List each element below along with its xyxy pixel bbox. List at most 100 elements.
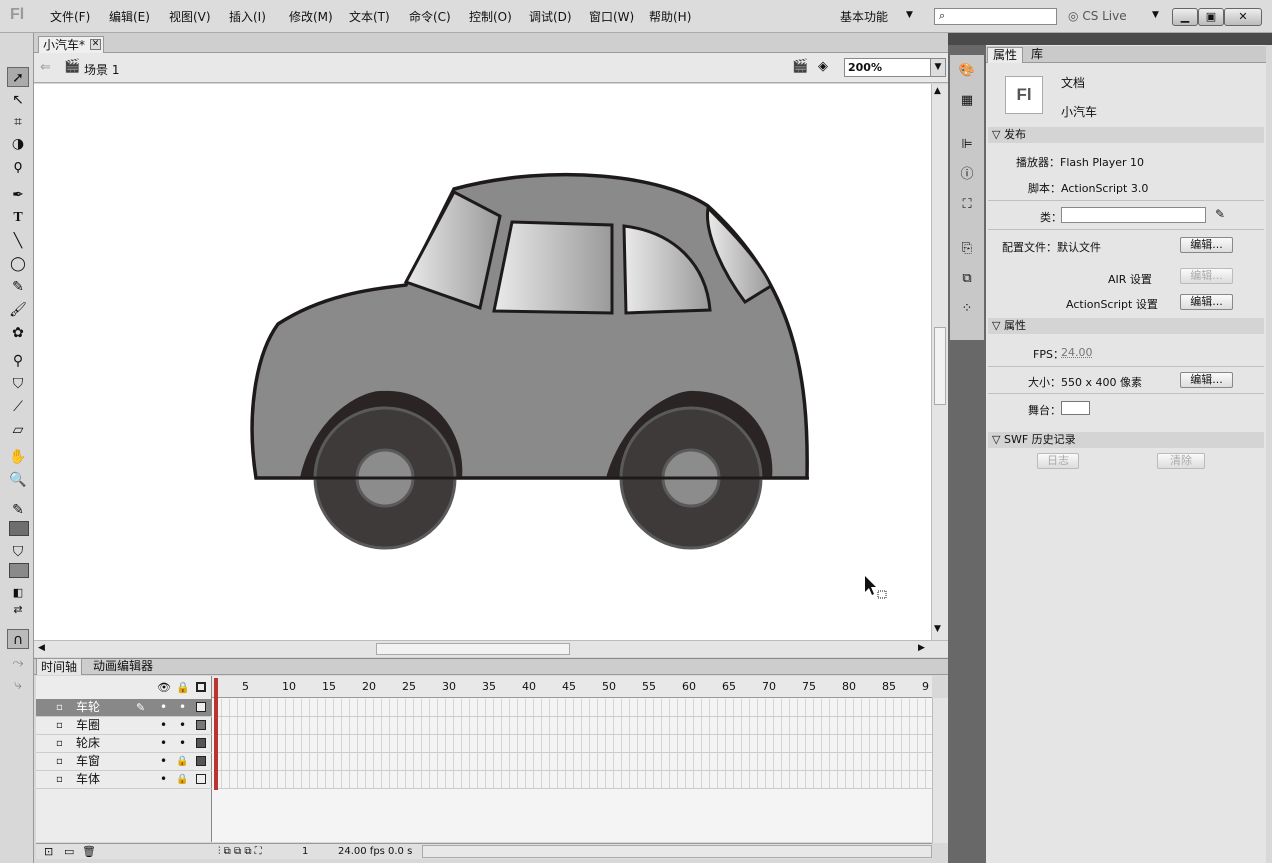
lock-dot[interactable]: •	[179, 699, 186, 716]
close-icon[interactable]: ✕	[90, 39, 101, 50]
3d-rotation-icon[interactable]: ◑	[7, 134, 29, 154]
edit-profile-button[interactable]: 编辑...	[1180, 237, 1233, 253]
playhead[interactable]	[214, 678, 218, 790]
lock-dot[interactable]: •	[179, 735, 186, 752]
free-transform-icon[interactable]: ⌗	[7, 112, 29, 132]
outline-swatch[interactable]	[196, 702, 206, 712]
eye-icon[interactable]: 👁	[157, 681, 171, 694]
tab-properties[interactable]: 属性	[987, 47, 1024, 63]
edit-scene-icon[interactable]: 🎬	[792, 59, 808, 74]
menu-window[interactable]: 窗口(W)	[589, 8, 634, 25]
lock-icon[interactable]: 🔒	[176, 771, 188, 788]
motion-presets-icon[interactable]: ⁘	[958, 300, 976, 318]
menu-insert[interactable]: 插入(I)	[229, 8, 266, 25]
fps-value[interactable]: 24.00	[1061, 346, 1093, 359]
menu-text[interactable]: 文本(T)	[349, 8, 390, 25]
new-layer-icon[interactable]: ⊡	[44, 845, 53, 858]
class-input[interactable]	[1061, 207, 1206, 223]
menu-help[interactable]: 帮助(H)	[649, 8, 691, 25]
transform-panel-icon[interactable]: ⛶	[958, 196, 976, 214]
scroll-left-icon[interactable]: ◀	[38, 643, 45, 653]
eraser-icon[interactable]: ▱	[7, 420, 29, 440]
edit-actionscript-button[interactable]: 编辑...	[1180, 294, 1233, 310]
hand-tool-icon[interactable]: ✋	[7, 447, 29, 467]
log-button[interactable]: 日志	[1037, 453, 1079, 469]
color-panel-icon[interactable]: 🎨	[958, 62, 976, 80]
stage-canvas[interactable]	[34, 84, 931, 640]
info-panel-icon[interactable]: ⓘ	[958, 166, 976, 184]
selection-tool-icon[interactable]: ➚	[7, 67, 29, 87]
frame-row[interactable]	[214, 753, 932, 771]
snap-magnet-icon[interactable]: ∩	[7, 629, 29, 649]
zoom-tool-icon[interactable]: 🔍	[7, 470, 29, 490]
paint-bucket-icon[interactable]: ⛉	[7, 374, 29, 394]
lock-icon[interactable]: 🔒	[176, 753, 188, 770]
scroll-thumb[interactable]	[376, 643, 570, 655]
visibility-dot[interactable]: •	[160, 753, 167, 770]
scroll-down-icon[interactable]: ▼	[934, 624, 941, 634]
workspace-switcher[interactable]: 基本功能	[840, 8, 888, 25]
minimize-button[interactable]: ▁	[1172, 8, 1198, 26]
frame-row[interactable]	[214, 699, 932, 717]
bone-tool-icon[interactable]: ⚲	[7, 351, 29, 371]
tab-library[interactable]: 库	[1026, 47, 1048, 63]
frame-row[interactable]	[214, 717, 932, 735]
smooth-icon[interactable]: ⤳	[7, 653, 29, 673]
layer-row[interactable]: ▫ 车体 • 🔒	[36, 771, 212, 789]
tab-motion-editor[interactable]: 动画编辑器	[89, 658, 157, 675]
layer-row[interactable]: ▫ 车窗 • 🔒	[36, 753, 212, 771]
actions-panel-icon[interactable]: ⎘	[958, 240, 976, 258]
visibility-dot[interactable]: •	[160, 735, 167, 752]
lock-icon[interactable]: 🔒	[176, 681, 190, 694]
clear-button[interactable]: 清除	[1157, 453, 1205, 469]
visibility-dot[interactable]: •	[160, 699, 167, 716]
menu-control[interactable]: 控制(O)	[469, 8, 512, 25]
scroll-right-icon[interactable]: ▶	[918, 643, 925, 653]
pen-tool-icon[interactable]: ✒	[7, 185, 29, 205]
chevron-down-icon[interactable]: ▼	[930, 58, 946, 77]
pencil-icon[interactable]: ✎	[1215, 207, 1225, 221]
tab-timeline[interactable]: 时间轴	[36, 658, 83, 675]
oval-tool-icon[interactable]: ◯	[7, 254, 29, 274]
frame-row[interactable]	[214, 771, 932, 789]
timeline-vertical-scrollbar[interactable]	[932, 698, 948, 843]
edit-size-button[interactable]: 编辑...	[1180, 372, 1233, 388]
straighten-icon[interactable]: ⤷	[7, 675, 29, 695]
menu-view[interactable]: 视图(V)	[169, 8, 211, 25]
eyedropper-icon[interactable]: ⟋	[7, 397, 29, 417]
stage-horizontal-scrollbar[interactable]: ◀ ▶	[34, 640, 948, 657]
pencil-tool-icon[interactable]: ✎	[7, 277, 29, 297]
fill-color-icon[interactable]: ⛉	[7, 542, 29, 562]
layer-row[interactable]: ▫ 车圈 • •	[36, 717, 212, 735]
section-swf-history[interactable]: ▽ SWF 历史记录	[988, 432, 1264, 448]
chevron-down-icon[interactable]: ▼	[1152, 10, 1159, 20]
cs-live-button[interactable]: ◎ CS Live	[1068, 9, 1127, 23]
visibility-dot[interactable]: •	[160, 717, 167, 734]
lasso-icon[interactable]: ϙ	[7, 156, 29, 176]
chevron-down-icon[interactable]: ▼	[906, 10, 913, 20]
outline-swatch[interactable]	[196, 720, 206, 730]
frame-row[interactable]	[214, 735, 932, 753]
visibility-dot[interactable]: •	[160, 771, 167, 788]
line-tool-icon[interactable]: ╲	[7, 231, 29, 251]
menu-file[interactable]: 文件(F)	[50, 8, 90, 25]
close-button[interactable]: ✕	[1224, 8, 1262, 26]
stroke-color-swatch[interactable]	[9, 521, 29, 536]
outline-swatch[interactable]	[196, 774, 206, 784]
section-publish[interactable]: ▽ 发布	[988, 127, 1264, 143]
outline-swatch[interactable]	[196, 756, 206, 766]
stage-color-swatch[interactable]	[1061, 401, 1090, 415]
help-search-input[interactable]	[934, 8, 1057, 25]
menu-commands[interactable]: 命令(C)	[409, 8, 451, 25]
edit-symbol-icon[interactable]: ◈	[818, 59, 828, 74]
scene-label[interactable]: 场景 1	[84, 61, 119, 78]
delete-layer-icon[interactable]: 🗑	[82, 845, 96, 858]
components-panel-icon[interactable]: ⧉	[958, 270, 976, 288]
brush-tool-icon[interactable]: 🖌	[7, 300, 29, 320]
menu-modify[interactable]: 修改(M)	[289, 8, 333, 25]
swap-colors-icon[interactable]: ⇄	[7, 600, 29, 620]
stage-vertical-scrollbar[interactable]: ▲ ▼	[931, 84, 948, 640]
lock-dot[interactable]: •	[179, 717, 186, 734]
layer-row[interactable]: ▫ 车轮 ✎ • •	[36, 699, 212, 717]
section-properties[interactable]: ▽ 属性	[988, 318, 1264, 334]
